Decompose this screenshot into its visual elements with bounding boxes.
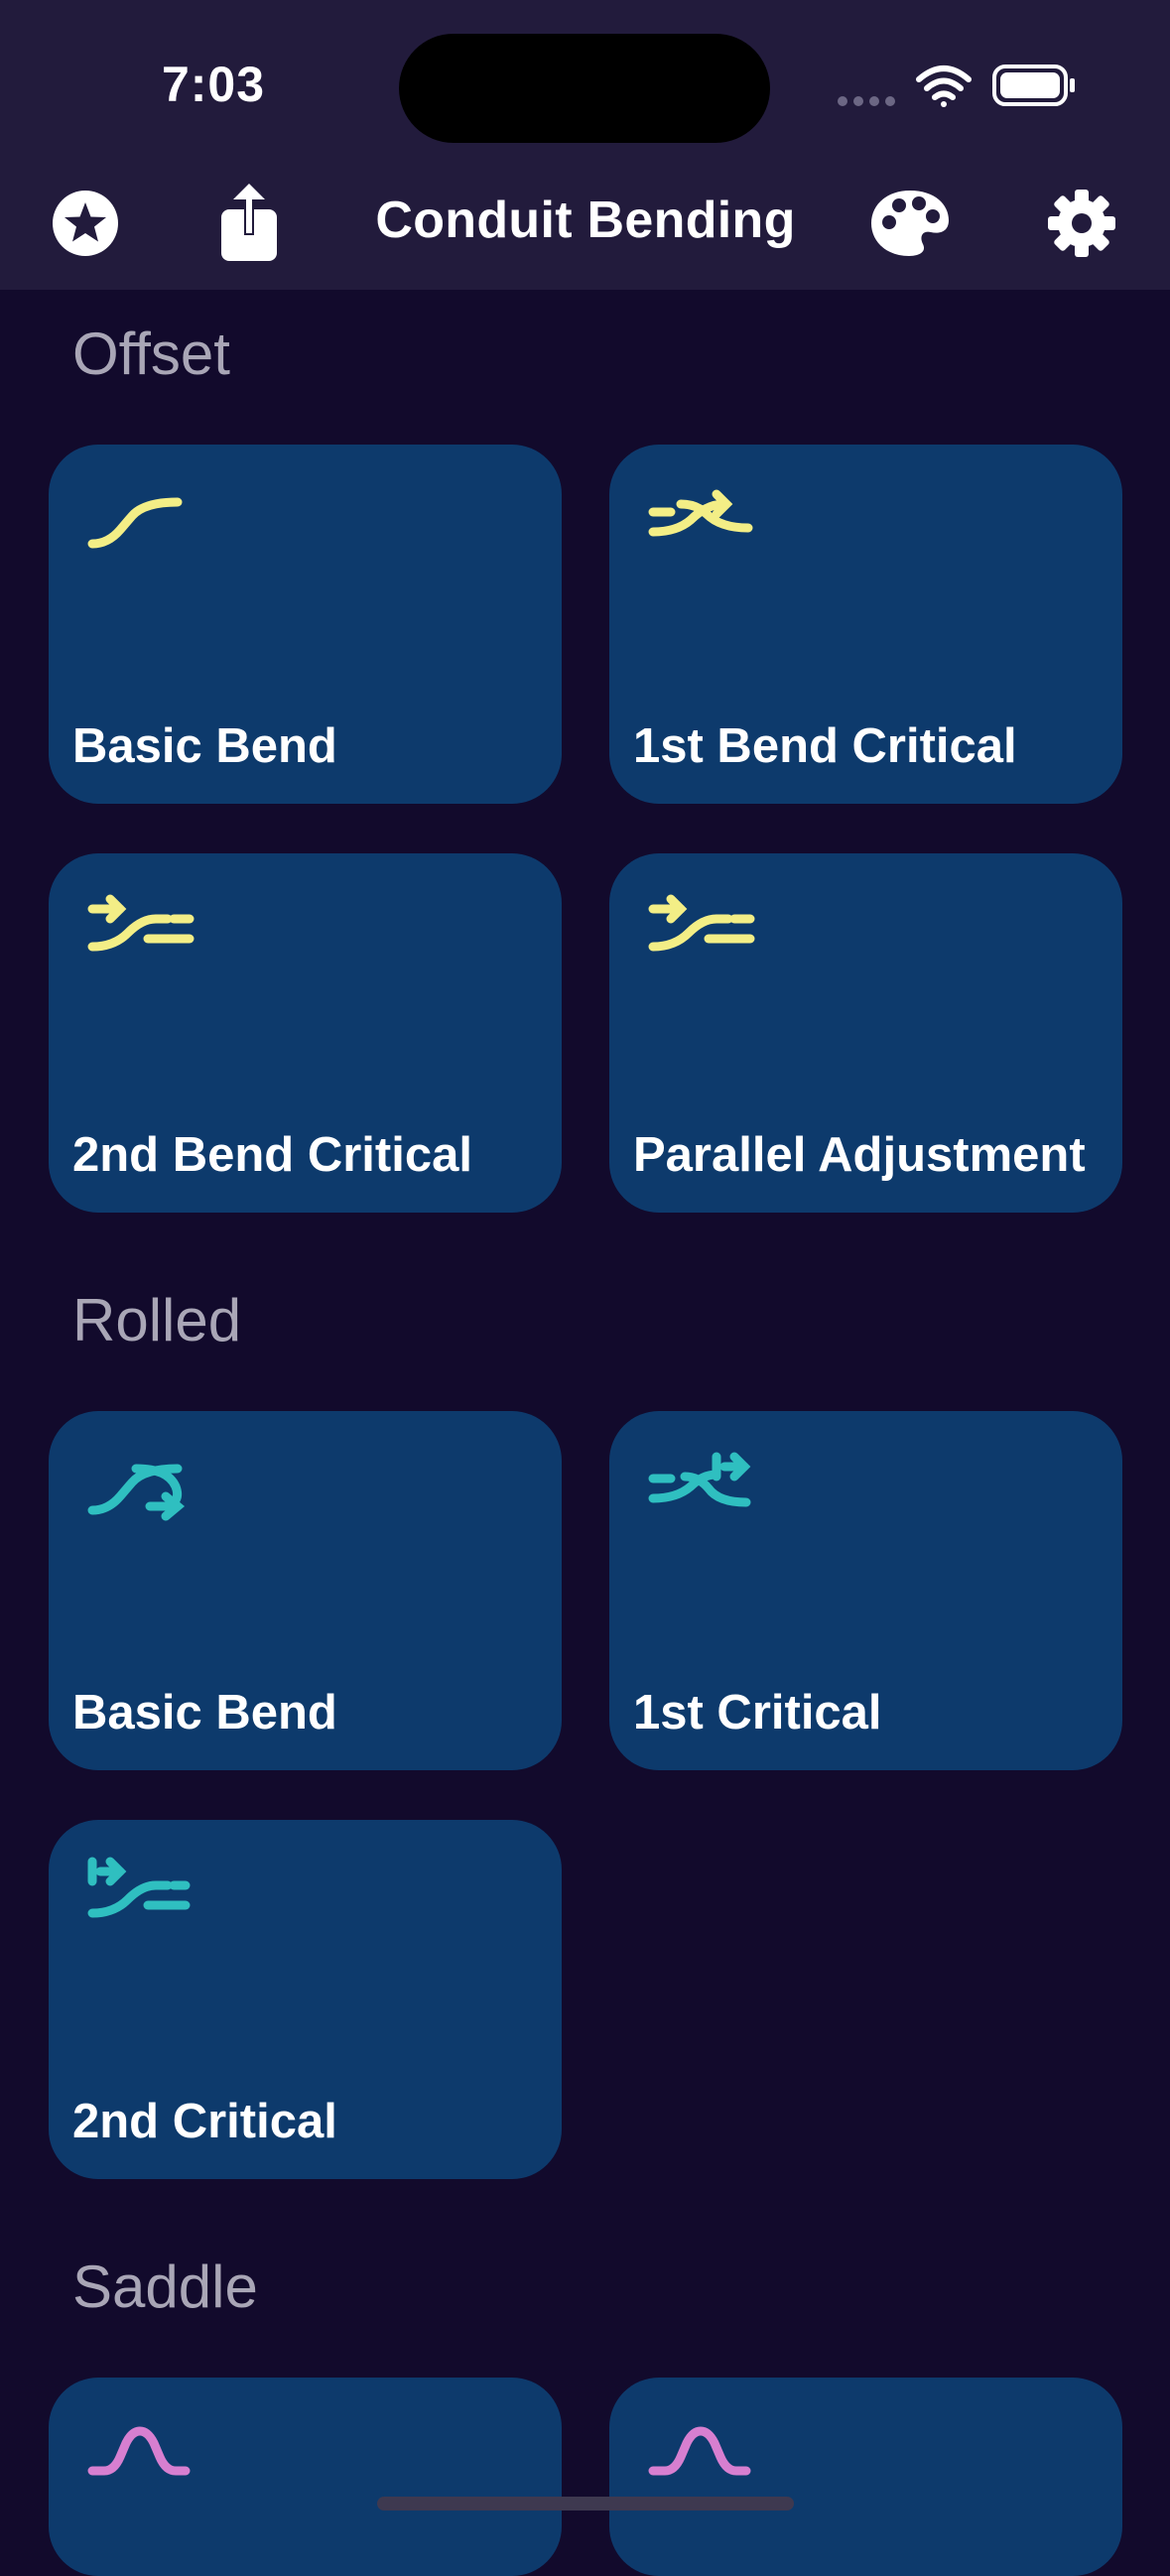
wifi-icon bbox=[916, 65, 972, 107]
status-indicators bbox=[838, 64, 1075, 107]
tile-offset-basic-bend[interactable]: Basic Bend bbox=[49, 445, 562, 804]
status-time: 7:03 bbox=[161, 57, 266, 112]
theme-button[interactable] bbox=[865, 179, 955, 268]
share-button[interactable] bbox=[204, 179, 294, 268]
tile-saddle-2[interactable] bbox=[609, 2378, 1122, 2576]
signal-icon bbox=[838, 96, 895, 106]
rolled-basic-icon bbox=[87, 1464, 186, 1521]
offset-second-critical-icon bbox=[87, 894, 195, 952]
share-icon bbox=[221, 184, 277, 261]
star-circle-icon bbox=[53, 191, 118, 256]
tile-label: Basic Bend bbox=[72, 719, 337, 773]
section-title-saddle: Saddle bbox=[72, 2254, 258, 2320]
tile-label: 2nd Critical bbox=[72, 2095, 337, 2148]
page-title: Conduit Bending bbox=[375, 192, 796, 249]
section-title-rolled: Rolled bbox=[72, 1287, 242, 1353]
tile-offset-2nd-bend-critical[interactable]: 2nd Bend Critical bbox=[49, 853, 562, 1213]
saddle-icon bbox=[648, 2426, 751, 2476]
tile-offset-parallel-adjustment[interactable]: Parallel Adjustment bbox=[609, 853, 1122, 1213]
gear-icon bbox=[1048, 190, 1115, 257]
tile-offset-1st-bend-critical[interactable]: 1st Bend Critical bbox=[609, 445, 1122, 804]
settings-button[interactable] bbox=[1037, 179, 1126, 268]
offset-parallel-icon bbox=[648, 894, 755, 952]
tile-saddle-1[interactable] bbox=[49, 2378, 562, 2576]
section-title-offset: Offset bbox=[72, 321, 230, 387]
rolled-first-critical-icon bbox=[648, 1452, 751, 1507]
tile-rolled-basic-bend[interactable]: Basic Bend bbox=[49, 1411, 562, 1770]
offset-basic-icon bbox=[87, 497, 183, 549]
saddle-icon bbox=[87, 2426, 191, 2476]
favorites-button[interactable] bbox=[41, 179, 130, 268]
offset-first-critical-icon bbox=[648, 489, 753, 537]
tile-label: Parallel Adjustment bbox=[633, 1128, 1086, 1182]
battery-icon bbox=[992, 64, 1075, 106]
tile-label: 1st Critical bbox=[633, 1686, 882, 1739]
palette-icon bbox=[871, 191, 949, 256]
tile-rolled-2nd-critical[interactable]: 2nd Critical bbox=[49, 1820, 562, 2179]
rolled-second-critical-icon bbox=[87, 1857, 191, 1918]
tile-label: 1st Bend Critical bbox=[633, 719, 1017, 773]
tile-rolled-1st-critical[interactable]: 1st Critical bbox=[609, 1411, 1122, 1770]
top-bar: 7:03 Conduit Bending bbox=[0, 0, 1170, 290]
tile-label: 2nd Bend Critical bbox=[72, 1128, 472, 1182]
home-indicator[interactable] bbox=[377, 2497, 794, 2511]
dynamic-island bbox=[399, 34, 770, 143]
tile-label: Basic Bend bbox=[72, 1686, 337, 1739]
